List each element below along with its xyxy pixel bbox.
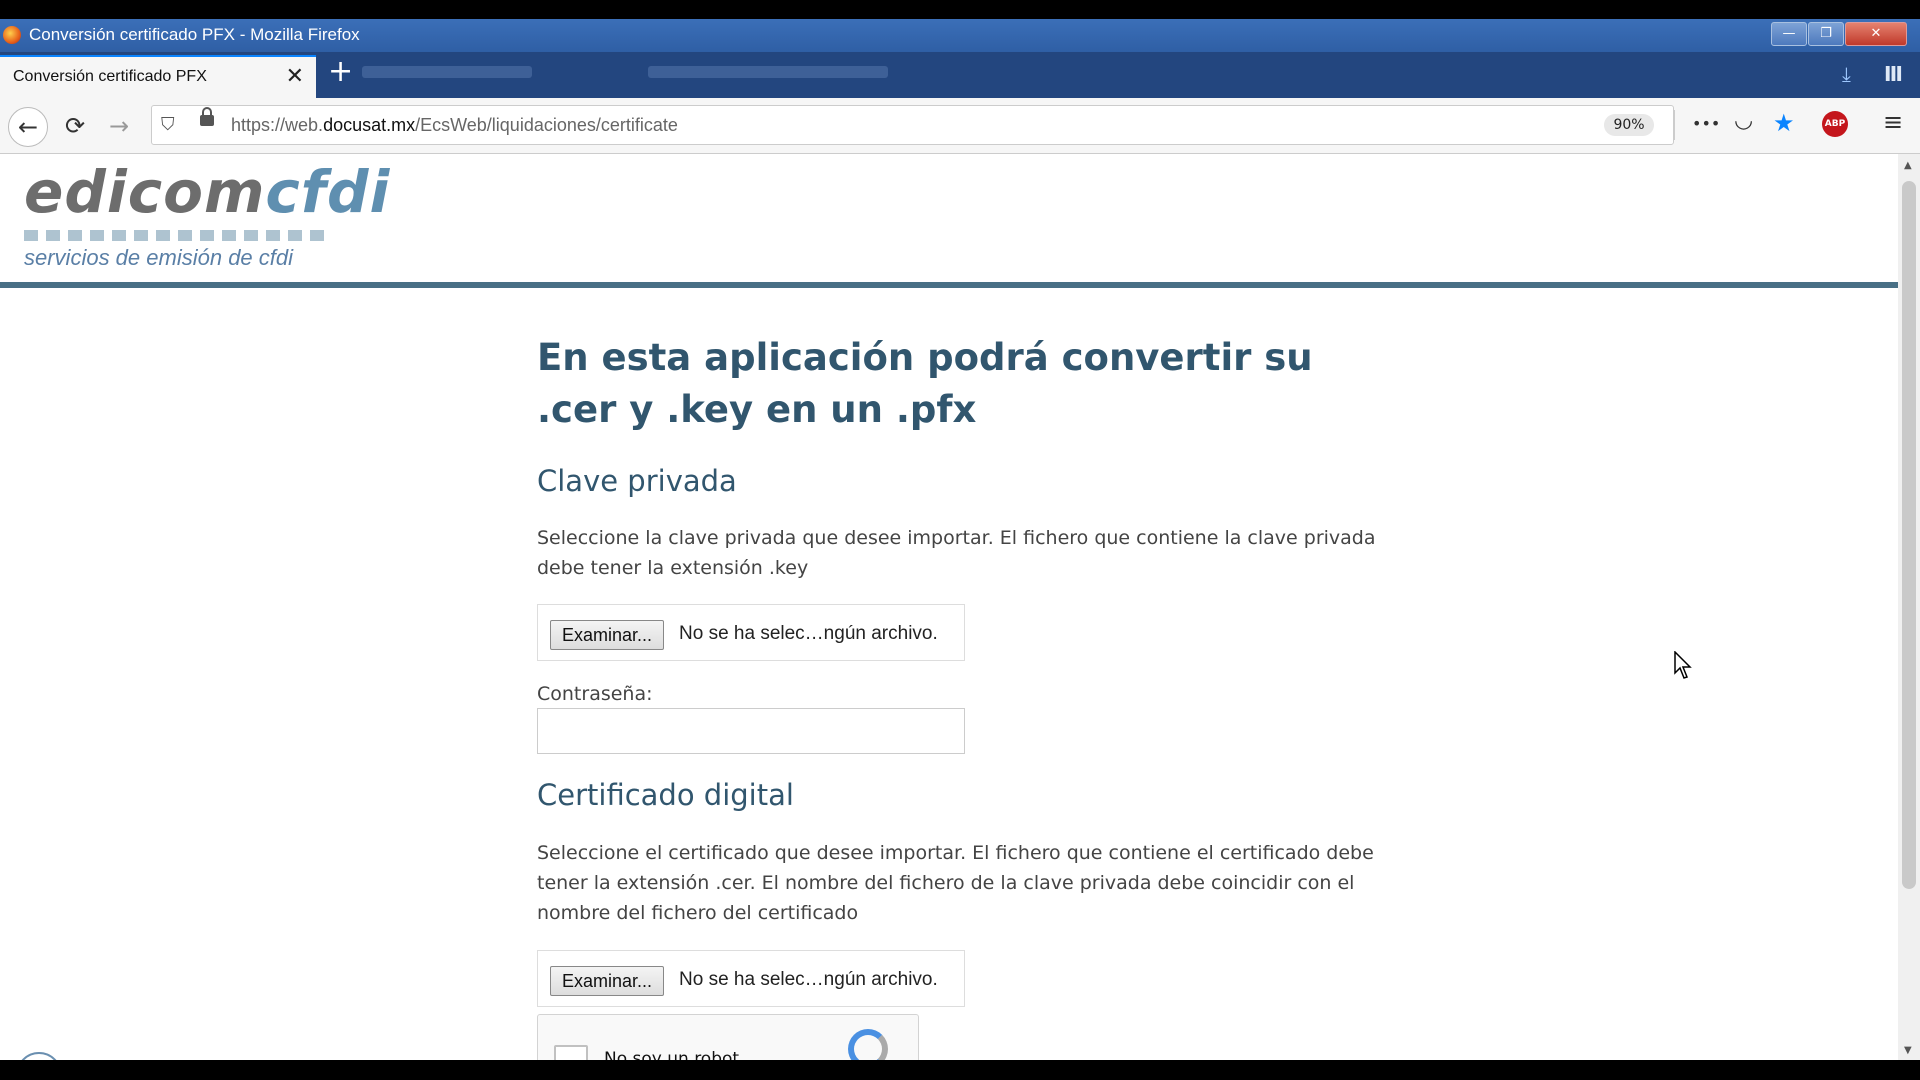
url-prefix: https://web. [231, 115, 324, 135]
zoom-indicator[interactable]: 90% [1604, 114, 1654, 136]
tab-strip: Conversión certificado PFX ✕ + ⤓ Ⅲ [0, 52, 1920, 98]
top-letterbox [0, 0, 1920, 19]
private-key-title: Clave privada [537, 464, 737, 498]
firefox-icon [3, 26, 21, 44]
private-key-file-status: No se ha selec…ngún archivo. [679, 623, 938, 644]
background-tab[interactable] [648, 62, 888, 86]
window-titlebar: Conversión certificado PFX - Mozilla Fir… [0, 19, 1920, 52]
chat-widget-icon[interactable] [16, 1052, 62, 1060]
logo-tagline: servicios de emisión de cfdi [24, 245, 294, 270]
certificate-file-input[interactable]: Examinar... No se ha selec…ngún archivo. [537, 950, 965, 1007]
password-label: Contraseña: [537, 683, 653, 705]
logo-brand-cfdi: cfdi [265, 158, 391, 226]
forward-button[interactable]: → [100, 107, 138, 145]
scroll-down-icon[interactable]: ▼ [1904, 1045, 1912, 1056]
page-title: En esta aplicación podrá convertir su .c… [537, 336, 1313, 431]
lock-icon[interactable] [200, 107, 214, 126]
scroll-up-icon[interactable]: ▲ [1904, 160, 1912, 171]
window-title: Conversión certificado PFX - Mozilla Fir… [29, 25, 360, 44]
toolbar-divider [1674, 110, 1675, 140]
background-tab-placeholder [362, 65, 532, 78]
bookmark-star-icon[interactable]: ★ [1773, 109, 1795, 137]
edicom-logo[interactable]: edicomcfdi servicios de emisión de cfdi [24, 160, 390, 271]
minimize-button[interactable]: — [1771, 22, 1807, 46]
more-actions-icon[interactable]: ••• [1692, 114, 1720, 133]
certificate-title: Certificado digital [537, 778, 794, 812]
password-field[interactable] [537, 708, 965, 754]
download-icon[interactable]: ⤓ [1842, 62, 1851, 86]
certificate-description: Seleccione el certificado que desee impo… [537, 842, 1374, 924]
pocket-icon[interactable]: ◡ [1734, 108, 1753, 133]
private-key-description: Seleccione la clave privada que desee im… [537, 527, 1376, 579]
screen: Conversión certificado PFX - Mozilla Fir… [0, 0, 1920, 1080]
header-divider [0, 282, 1898, 288]
library-icon[interactable]: Ⅲ [1884, 62, 1903, 86]
mouse-cursor-icon [1674, 651, 1692, 679]
logo-brand-edicom: edicom [24, 158, 266, 226]
recaptcha-label: No soy un robot [604, 1049, 740, 1060]
private-key-file-input[interactable]: Examinar... No se ha selec…ngún archivo. [537, 604, 965, 661]
new-tab-button[interactable]: + [328, 57, 353, 87]
recaptcha-logo-icon [848, 1029, 888, 1060]
url-text[interactable]: https://web.docusat.mx/EcsWeb/liquidacio… [231, 115, 678, 136]
main-panel: En esta aplicación podrá convertir su .c… [537, 332, 1377, 1007]
tab-active[interactable]: Conversión certificado PFX ✕ [0, 55, 316, 98]
page-scrollbar[interactable]: ▲ ▼ [1898, 154, 1920, 1060]
background-tab-placeholder [648, 65, 888, 78]
tab-title: Conversión certificado PFX [13, 68, 207, 85]
recaptcha-checkbox[interactable] [554, 1045, 588, 1060]
url-path: /EcsWeb/liquidaciones/certificate [415, 115, 678, 135]
page-content: edicomcfdi servicios de emisión de cfdi … [0, 154, 1898, 1060]
certificate-file-status: No se ha selec…ngún archivo. [679, 969, 938, 990]
navigation-toolbar: ← ⟳ → ⛉ https://web.docusat.mx/EcsWeb/li… [0, 98, 1920, 154]
back-button[interactable]: ← [8, 107, 48, 147]
reload-button[interactable]: ⟳ [56, 107, 94, 145]
bottom-letterbox [0, 1060, 1920, 1080]
tracking-shield-icon[interactable]: ⛉ [161, 114, 175, 135]
logo-dashes [24, 230, 328, 241]
close-window-button[interactable]: ✕ [1845, 22, 1907, 46]
private-key-browse-button[interactable]: Examinar... [550, 620, 665, 650]
scrollbar-thumb[interactable] [1902, 181, 1916, 889]
certificate-browse-button[interactable]: Examinar... [550, 966, 665, 996]
url-domain: docusat.mx [323, 115, 416, 135]
recaptcha-widget: No soy un robot [537, 1014, 919, 1060]
logo-brand: edicomcfdi [24, 160, 390, 224]
url-bar[interactable]: ⛉ https://web.docusat.mx/EcsWeb/liquidac… [151, 105, 1674, 145]
hamburger-menu-icon[interactable]: ≡ [1883, 108, 1903, 136]
background-tab[interactable] [362, 62, 532, 86]
adblock-plus-icon[interactable]: ABP [1822, 111, 1848, 137]
restore-button[interactable]: ❐ [1808, 22, 1844, 46]
tab-close-icon[interactable]: ✕ [286, 64, 304, 89]
